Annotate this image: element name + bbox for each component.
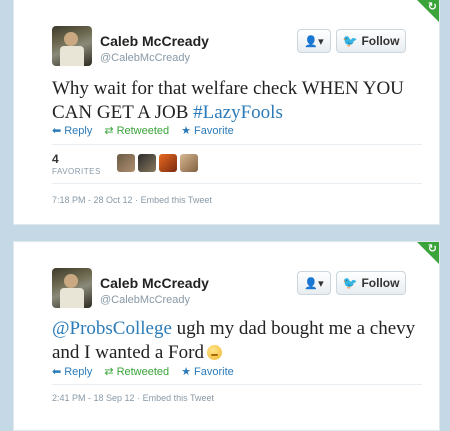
favorites-count[interactable]: 4 [52,152,59,166]
tweet-text: @ProbsCollege ugh my dad bought me a che… [52,317,422,365]
retweet-icon: ⇄ [104,365,114,378]
retweeted-label: Retweeted [116,125,170,137]
reply-icon: ⬅ [52,365,62,378]
reply-label: Reply [64,125,93,137]
user-actions-button[interactable]: 👤▾ [297,29,331,53]
embed-link[interactable]: Embed this Tweet [143,393,214,403]
timestamp-link[interactable]: 2:41 PM - 18 Sep 12 [52,393,135,403]
follow-label: Follow [361,276,400,290]
favorite-button[interactable]: ★ Favorite [181,365,234,378]
author-handle[interactable]: @CalebMcCready [100,52,190,64]
tweet-meta: 2:41 PM - 18 Sep 12 · Embed this Tweet [52,393,214,403]
unamused-face-icon [206,345,222,360]
follow-button[interactable]: 🐦 Follow [336,271,406,295]
favoriter-avatar-2[interactable] [138,154,156,172]
author-name[interactable]: Caleb McCready [100,275,209,291]
favorite-label: Favorite [194,366,234,378]
mention-link[interactable]: @ProbsCollege [52,318,172,339]
favoriter-avatar-1[interactable] [117,154,135,172]
retweet-corner-icon: ↻ [427,0,437,13]
divider [52,144,422,145]
retweet-icon: ⇄ [104,124,114,137]
twitter-bird-icon: 🐦 [342,276,358,290]
hashtag-link[interactable]: #LazyFools [193,102,283,123]
avatar[interactable] [52,26,92,66]
favorite-label: Favorite [194,125,234,137]
author-handle[interactable]: @CalebMcCready [100,294,190,306]
retweeted-label: Retweeted [116,366,170,378]
favorite-button[interactable]: ★ Favorite [181,124,234,137]
retweeted-button[interactable]: ⇄ Retweeted [104,365,169,378]
tweet-actions: ⬅ Reply ⇄ Retweeted ★ Favorite [52,124,234,137]
follow-label: Follow [361,34,400,48]
embed-link[interactable]: Embed this Tweet [141,195,212,205]
tweet-actions: ⬅ Reply ⇄ Retweeted ★ Favorite [52,365,234,378]
tweet-text: Why wait for that welfare check WHEN YOU… [52,77,422,125]
user-actions-button[interactable]: 👤▾ [297,271,331,295]
retweet-corner-icon: ↻ [427,242,437,255]
star-icon: ★ [181,365,192,378]
user-dropdown-icon: 👤▾ [304,276,324,290]
author-name[interactable]: Caleb McCready [100,33,209,49]
divider [52,384,422,385]
tweet-card-1: ↻ Caleb McCready @CalebMcCready 👤▾ 🐦 Fol… [13,0,440,225]
retweet-corner-badge: ↻ [417,0,439,22]
tweet-meta: 7:18 PM - 28 Oct 12 · Embed this Tweet [52,195,212,205]
tweet-card-2: ↻ Caleb McCready @CalebMcCready 👤▾ 🐦 Fol… [13,241,440,431]
follow-button[interactable]: 🐦 Follow [336,29,406,53]
timestamp-link[interactable]: 7:18 PM - 28 Oct 12 [52,195,133,205]
divider [52,183,422,184]
retweeted-button[interactable]: ⇄ Retweeted [104,124,169,137]
retweet-corner-badge: ↻ [417,242,439,264]
favoriter-avatar-3[interactable] [159,154,177,172]
reply-label: Reply [64,366,93,378]
reply-icon: ⬅ [52,124,62,137]
twitter-bird-icon: 🐦 [342,34,358,48]
user-dropdown-icon: 👤▾ [304,34,324,48]
reply-button[interactable]: ⬅ Reply [52,124,92,137]
star-icon: ★ [181,124,192,137]
avatar[interactable] [52,268,92,308]
favorites-label[interactable]: FAVORITES [52,167,101,176]
favoriter-avatar-4[interactable] [180,154,198,172]
reply-button[interactable]: ⬅ Reply [52,365,92,378]
